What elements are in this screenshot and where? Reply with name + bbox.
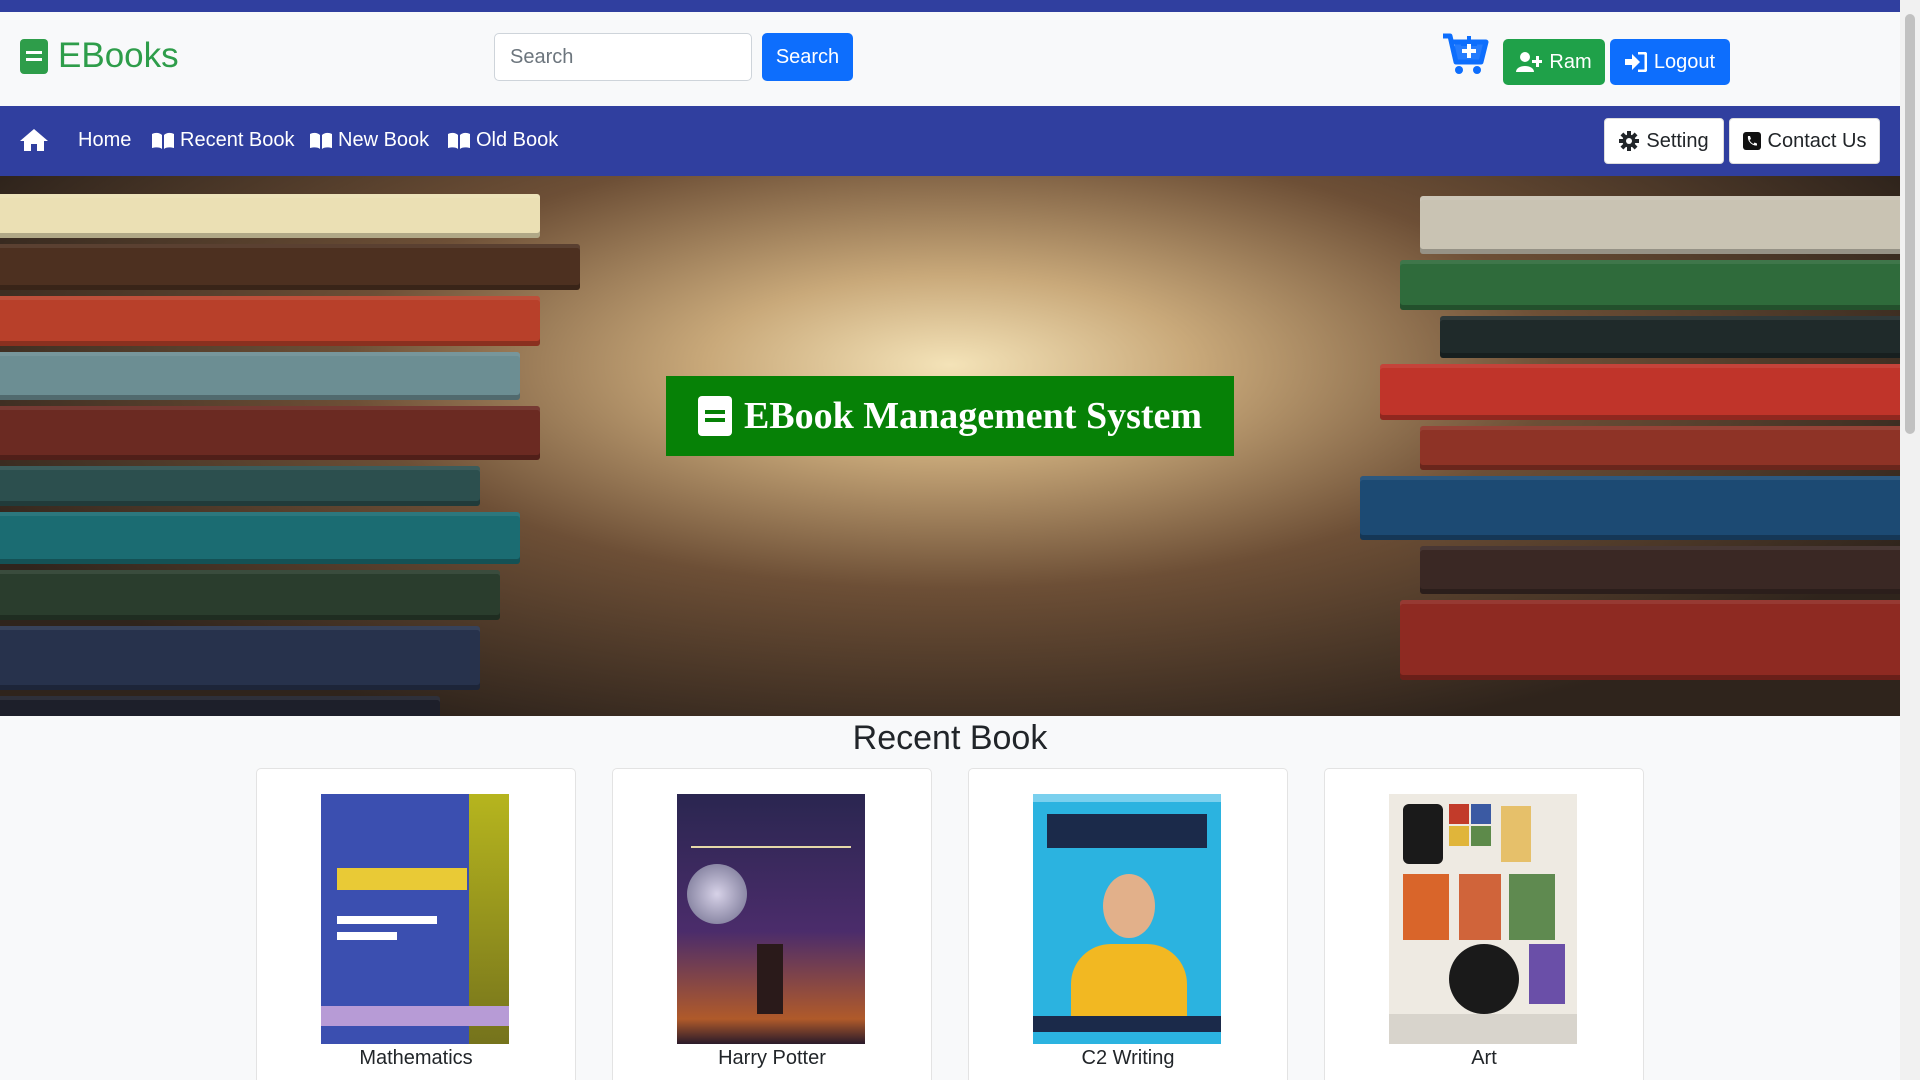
book-title: C2 Writing	[1081, 1047, 1175, 1069]
book-cover-harry-potter[interactable]	[677, 794, 865, 1044]
user-name: Ram	[1549, 50, 1592, 73]
logout-label: Logout	[1653, 50, 1716, 73]
cart-plus-icon[interactable]	[1441, 32, 1489, 76]
book-open-icon	[152, 132, 174, 149]
book-cover-mathematics[interactable]	[321, 794, 509, 1044]
book-stack-left	[0, 194, 580, 716]
book-cover-c2-writing[interactable]	[1033, 794, 1221, 1044]
sign-in-icon	[1624, 52, 1647, 72]
logout-button[interactable]: Logout	[1610, 39, 1730, 85]
search-button[interactable]: Search	[762, 33, 853, 81]
vertical-scrollbar[interactable]	[1900, 0, 1920, 1080]
hero-banner: EBook Management System	[0, 176, 1900, 716]
book-title: Art	[1471, 1047, 1497, 1069]
user-plus-icon	[1516, 52, 1543, 72]
setting-button[interactable]: Setting	[1604, 118, 1724, 164]
book-card-art[interactable]: Art	[1324, 768, 1644, 1080]
search-input[interactable]	[494, 33, 752, 81]
main-navbar: Home Recent Book New Book Old Book Setti…	[0, 106, 1900, 176]
hero-title-text: EBook Management System	[743, 395, 1203, 437]
scrollbar-thumb[interactable]	[1905, 14, 1915, 434]
book-open-icon	[448, 132, 470, 149]
top-accent-bar	[0, 0, 1900, 12]
book-stack-right	[1310, 196, 1900, 680]
gear-icon	[1619, 131, 1640, 151]
contact-us-button[interactable]: Contact Us	[1729, 118, 1880, 164]
nav-old-book-label: Old Book	[476, 129, 559, 151]
nav-new-book[interactable]: New Book	[309, 129, 429, 152]
book-title: Harry Potter	[718, 1047, 826, 1069]
contact-us-label: Contact Us	[1767, 129, 1867, 152]
nav-recent-book-label: Recent Book	[180, 129, 295, 151]
book-icon	[20, 38, 48, 74]
book-title: Mathematics	[359, 1047, 473, 1069]
book-icon	[697, 396, 732, 436]
nav-home-label: Home	[78, 129, 132, 151]
book-card-c2-writing[interactable]: C2 Writing	[968, 768, 1288, 1080]
header: EBooks Search Ram Logout	[0, 12, 1900, 106]
brand-logo[interactable]: EBooks	[20, 36, 179, 76]
hero-title: EBook Management System	[666, 376, 1234, 456]
recent-book-heading: Recent Book	[852, 719, 1048, 757]
nav-home[interactable]: Home	[78, 129, 131, 152]
home-icon[interactable]	[19, 128, 49, 152]
nav-recent-book[interactable]: Recent Book	[151, 129, 295, 152]
nav-old-book[interactable]: Old Book	[447, 129, 558, 152]
user-profile-button[interactable]: Ram	[1503, 39, 1605, 85]
book-card-harry-potter[interactable]: Harry Potter	[612, 768, 932, 1080]
phone-icon	[1742, 132, 1761, 150]
brand-name: EBooks	[58, 36, 179, 75]
book-cover-art[interactable]	[1389, 794, 1577, 1044]
book-open-icon	[310, 132, 332, 149]
book-card-mathematics[interactable]: Mathematics	[256, 768, 576, 1080]
nav-new-book-label: New Book	[338, 129, 430, 151]
setting-label: Setting	[1646, 129, 1709, 152]
